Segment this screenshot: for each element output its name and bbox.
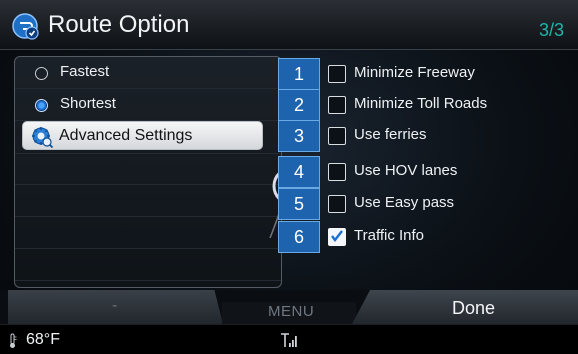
- option-number-badge: 4: [278, 156, 320, 188]
- option-label: Minimize Freeway: [354, 64, 475, 81]
- option-label: Use HOV lanes: [354, 162, 458, 179]
- option-label: Minimize Toll Roads: [354, 95, 488, 112]
- header-bar: Route Option 3/3: [0, 0, 578, 50]
- radio-button[interactable]: [35, 67, 48, 80]
- option-number-badge: 1: [278, 58, 320, 90]
- checkbox[interactable]: [328, 96, 346, 114]
- option-use-easy-pass[interactable]: 5 Use Easy pass: [278, 188, 568, 220]
- advanced-settings-label: Advanced Settings: [59, 127, 193, 144]
- empty-row: [15, 185, 281, 217]
- empty-row: [15, 217, 281, 249]
- checkbox-checked[interactable]: [328, 228, 346, 246]
- advanced-settings-button[interactable]: Advanced Settings: [22, 121, 263, 150]
- option-label: Use Easy pass: [354, 194, 455, 211]
- screen: Route Option 3/3 Fastest Shortest Advanc…: [0, 0, 578, 354]
- option-minimize-freeway[interactable]: 1 Minimize Freeway: [278, 58, 568, 90]
- tab-left-label: -: [112, 297, 118, 314]
- status-bar: 68°F: [0, 324, 578, 354]
- checkbox[interactable]: [328, 163, 346, 181]
- checkbox[interactable]: [328, 65, 346, 83]
- menu-label: MENU: [268, 303, 315, 320]
- empty-row: [15, 153, 281, 185]
- option-label: Traffic Info: [354, 227, 425, 244]
- signal-icon: [281, 333, 297, 347]
- bottom-tab-bar: - MENU Done: [0, 290, 578, 324]
- route-settings-icon: [12, 13, 39, 40]
- option-use-hov-lanes[interactable]: 4 Use HOV lanes: [278, 156, 568, 188]
- page-title: Route Option: [48, 11, 190, 38]
- option-label: Use ferries: [354, 126, 427, 143]
- option-use-ferries[interactable]: 3 Use ferries: [278, 120, 568, 152]
- done-label: Done: [452, 298, 496, 318]
- option-minimize-toll-roads[interactable]: 2 Minimize Toll Roads: [278, 89, 568, 121]
- page-indicator: 3/3: [538, 20, 564, 40]
- radio-button-selected[interactable]: [35, 99, 48, 112]
- option-number-badge: 5: [278, 188, 320, 220]
- option-number-badge: 6: [278, 221, 320, 253]
- empty-row: [15, 249, 281, 281]
- radio-label: Fastest: [60, 63, 110, 80]
- radio-fastest[interactable]: Fastest: [15, 57, 281, 89]
- thermometer-icon: [10, 333, 17, 348]
- checkmark-icon: [331, 230, 343, 242]
- radio-shortest[interactable]: Shortest: [15, 89, 281, 121]
- temperature-readout: 68°F: [26, 331, 60, 348]
- checkbox[interactable]: [328, 127, 346, 145]
- gear-search-icon: [32, 127, 53, 148]
- route-type-panel: Fastest Shortest Advanced Settings: [14, 56, 282, 288]
- option-number-badge: 3: [278, 120, 320, 152]
- option-traffic-info[interactable]: 6 Traffic Info: [278, 221, 568, 253]
- checkbox[interactable]: [328, 195, 346, 213]
- option-number-badge: 2: [278, 89, 320, 121]
- radio-label: Shortest: [60, 95, 116, 112]
